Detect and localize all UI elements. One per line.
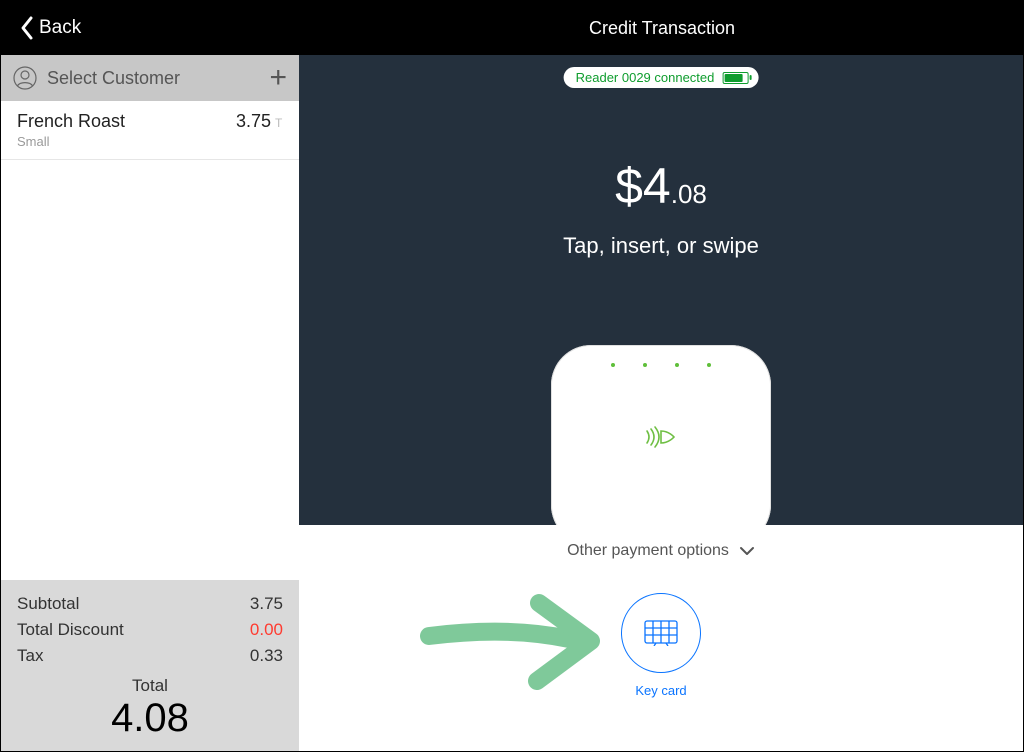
battery-icon	[722, 72, 748, 84]
total-value: 4.08	[17, 696, 283, 741]
subtotal-value: 3.75	[250, 594, 283, 614]
line-item-price: 3.75	[236, 111, 271, 132]
page-title: Credit Transaction	[372, 18, 952, 39]
discount-value: 0.00	[250, 620, 283, 640]
amount-cents: .08	[671, 179, 707, 209]
line-item-tax-flag: T	[275, 116, 285, 130]
reader-status-pill: Reader 0029 connected	[564, 67, 759, 88]
keypad-icon	[644, 620, 678, 646]
tax-value: 0.33	[250, 646, 283, 666]
back-button[interactable]: Back	[19, 15, 81, 41]
annotation-arrow	[419, 581, 619, 711]
add-customer-button[interactable]: +	[269, 63, 287, 93]
select-customer-bar[interactable]: Select Customer +	[1, 55, 299, 101]
contactless-icon	[644, 425, 678, 449]
chevron-left-icon	[19, 15, 37, 41]
order-summary: Subtotal3.75 Total Discount0.00 Tax0.33 …	[1, 580, 299, 751]
back-label: Back	[39, 17, 81, 39]
reader-status-text: Reader 0029 connected	[576, 70, 715, 85]
line-item-modifier: Small	[17, 134, 285, 149]
line-item-name: French Roast	[17, 111, 236, 132]
subtotal-label: Subtotal	[17, 594, 250, 614]
amount-display: $4.08	[299, 157, 1023, 215]
other-payment-options-label: Other payment options	[567, 542, 729, 560]
line-item[interactable]: French Roast 3.75 T Small	[1, 101, 299, 160]
key-card-label: Key card	[621, 683, 701, 698]
total-label: Total	[17, 676, 283, 696]
person-icon	[13, 66, 37, 90]
chevron-down-icon	[739, 546, 755, 556]
amount-dollars: $4	[615, 158, 671, 214]
payment-hero: Reader 0029 connected $4.08 Tap, insert,…	[299, 55, 1023, 525]
discount-label: Total Discount	[17, 620, 250, 640]
card-reader-illustration	[551, 345, 771, 525]
payment-prompt: Tap, insert, or swipe	[299, 233, 1023, 259]
key-card-button[interactable]	[621, 593, 701, 673]
tax-label: Tax	[17, 646, 250, 666]
select-customer-label: Select Customer	[47, 68, 269, 89]
other-payment-options[interactable]: Other payment options	[299, 531, 1023, 571]
